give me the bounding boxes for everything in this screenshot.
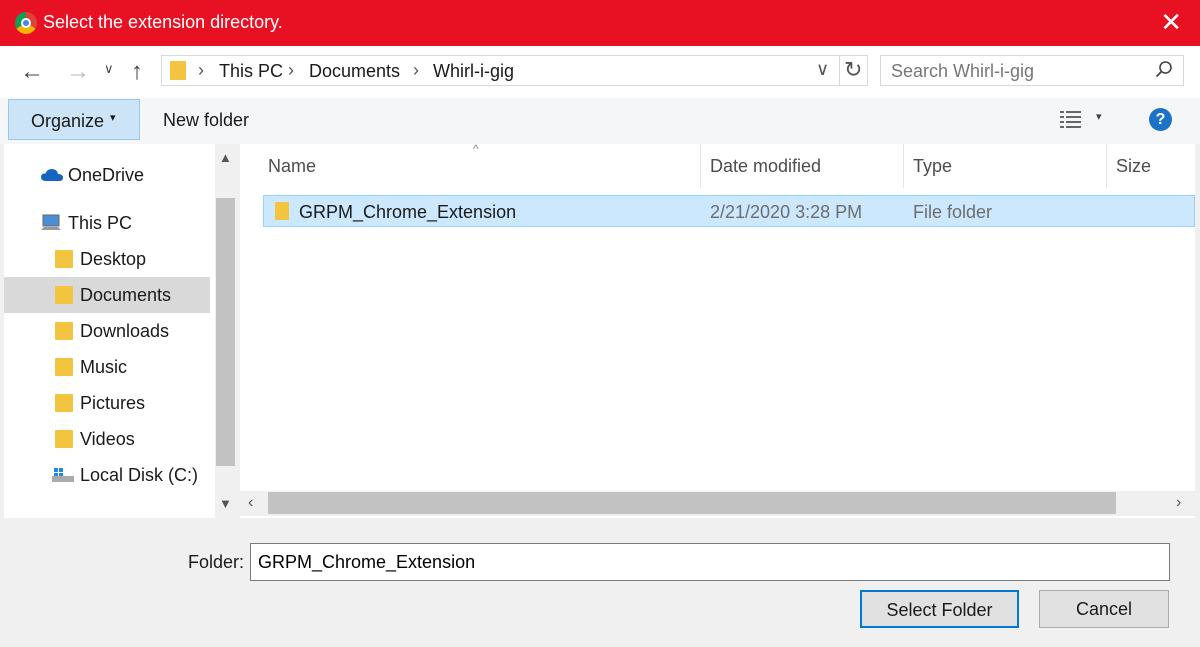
caret-down-icon: ▾ bbox=[110, 112, 116, 124]
breadcrumb-separator-icon[interactable]: › bbox=[288, 60, 294, 81]
scroll-up-icon[interactable]: ▲ bbox=[219, 150, 232, 165]
nav-item-label: OneDrive bbox=[68, 165, 145, 185]
documents-folder-icon bbox=[55, 286, 73, 304]
column-header-date-modified[interactable]: Date modified bbox=[710, 156, 821, 177]
cloud-icon bbox=[41, 169, 63, 181]
desktop-folder-icon bbox=[55, 250, 73, 268]
music-folder-icon bbox=[55, 358, 73, 376]
file-type: File folder bbox=[913, 202, 993, 222]
column-divider[interactable] bbox=[1106, 144, 1107, 188]
nav-item-label: This PC bbox=[68, 213, 133, 233]
breadcrumb-separator-icon[interactable]: › bbox=[413, 60, 419, 81]
navigation-pane: OneDrive This PC Desktop Documents Downl… bbox=[4, 144, 236, 518]
nav-item-this-pc[interactable]: This PC bbox=[4, 205, 210, 241]
column-header-size[interactable]: Size bbox=[1116, 156, 1151, 177]
computer-icon bbox=[41, 214, 61, 230]
nav-item-label: Videos bbox=[80, 429, 135, 449]
pictures-folder-icon bbox=[55, 394, 73, 412]
nav-item-local-disk[interactable]: Local Disk (C:) bbox=[4, 457, 210, 493]
nav-item-label: Documents bbox=[80, 285, 172, 305]
search-placeholder: Search Whirl-i-gig bbox=[891, 61, 1035, 81]
breadcrumb-whirl-i-gig[interactable]: Whirl-i-gig bbox=[433, 61, 514, 82]
recent-locations-chevron-icon[interactable]: ∨ bbox=[104, 61, 114, 77]
nav-item-music[interactable]: Music bbox=[4, 349, 210, 385]
scrollbar-thumb[interactable] bbox=[268, 492, 1116, 514]
nav-item-label: Music bbox=[80, 357, 128, 377]
file-name: GRPM_Chrome_Extension bbox=[299, 202, 517, 222]
forward-arrow-icon[interactable]: → bbox=[66, 58, 90, 86]
cancel-button[interactable]: Cancel bbox=[1039, 590, 1169, 628]
nav-item-onedrive[interactable]: OneDrive bbox=[4, 157, 210, 193]
folder-icon bbox=[275, 202, 289, 220]
select-folder-button[interactable]: Select Folder bbox=[860, 590, 1019, 628]
videos-folder-icon bbox=[55, 430, 73, 448]
nav-item-label: Downloads bbox=[80, 321, 170, 341]
nav-item-pictures[interactable]: Pictures bbox=[4, 385, 210, 421]
back-arrow-icon[interactable]: ← bbox=[20, 58, 44, 86]
file-date-modified: 2/21/2020 3:28 PM bbox=[710, 202, 863, 222]
view-options-caret-icon[interactable]: ▾ bbox=[1096, 110, 1102, 123]
details-view-icon[interactable] bbox=[1060, 110, 1082, 128]
nav-item-desktop[interactable]: Desktop bbox=[4, 241, 210, 277]
breadcrumb-this-pc[interactable]: This PC bbox=[219, 61, 283, 82]
new-folder-button[interactable]: New folder bbox=[163, 110, 249, 131]
help-button[interactable]: ? bbox=[1149, 108, 1172, 131]
close-button[interactable]: ✕ bbox=[1160, 8, 1182, 36]
nav-item-downloads[interactable]: Downloads bbox=[4, 313, 210, 349]
column-divider[interactable] bbox=[903, 144, 904, 188]
nav-item-label: Local Disk (C:) bbox=[80, 465, 199, 485]
folder-input[interactable] bbox=[250, 543, 1170, 581]
address-divider bbox=[839, 56, 840, 85]
refresh-icon[interactable]: ↻ bbox=[844, 57, 862, 83]
breadcrumb-documents[interactable]: Documents bbox=[309, 61, 400, 82]
nav-vertical-scrollbar[interactable]: ▲ ▼ bbox=[215, 144, 236, 518]
command-bar: Organize ▾ New folder ▾ bbox=[0, 98, 1200, 144]
address-row: ← → ∨ ↑ › This PC › Documents › Whirl-i-… bbox=[0, 46, 1200, 98]
column-header-type[interactable]: Type bbox=[913, 156, 952, 177]
column-header-name[interactable]: Name bbox=[268, 156, 316, 177]
scrollbar-thumb[interactable] bbox=[216, 198, 235, 466]
address-dropdown-chevron-icon[interactable]: ∨ bbox=[816, 59, 829, 80]
breadcrumb-separator-icon[interactable]: › bbox=[198, 60, 204, 81]
downloads-folder-icon bbox=[55, 322, 73, 340]
organize-button[interactable]: Organize ▾ bbox=[8, 99, 140, 140]
search-input[interactable]: Search Whirl-i-gig bbox=[880, 55, 1184, 86]
scroll-down-icon[interactable]: ▼ bbox=[219, 496, 232, 511]
search-icon[interactable] bbox=[1155, 60, 1173, 78]
scroll-right-icon[interactable]: › bbox=[1176, 494, 1181, 512]
folder-icon bbox=[170, 61, 186, 80]
window-title: Select the extension directory. bbox=[43, 12, 283, 32]
nav-item-videos[interactable]: Videos bbox=[4, 421, 210, 457]
column-divider[interactable] bbox=[700, 144, 701, 188]
nav-item-label: Desktop bbox=[80, 249, 147, 269]
folder-label: Folder: bbox=[188, 552, 245, 572]
table-row[interactable]: GRPM_Chrome_Extension 2/21/2020 3:28 PM … bbox=[263, 195, 1195, 227]
organize-label: Organize bbox=[31, 111, 105, 131]
scroll-left-icon[interactable]: ‹ bbox=[248, 494, 253, 512]
file-horizontal-scrollbar[interactable]: ‹ › bbox=[240, 491, 1195, 516]
file-list: ^ Name Date modified Type Size GRPM_Chro… bbox=[240, 142, 1195, 518]
nav-item-label: Pictures bbox=[80, 393, 146, 413]
drive-icon bbox=[52, 468, 74, 482]
sort-ascending-icon: ^ bbox=[473, 142, 479, 156]
up-arrow-icon[interactable]: ↑ bbox=[131, 58, 143, 86]
title-bar: Select the extension directory. ✕ bbox=[0, 0, 1200, 46]
address-bar[interactable]: › This PC › Documents › Whirl-i-gig ∨ ↻ bbox=[161, 55, 868, 86]
chrome-icon bbox=[15, 12, 37, 34]
nav-item-documents[interactable]: Documents bbox=[4, 277, 210, 313]
